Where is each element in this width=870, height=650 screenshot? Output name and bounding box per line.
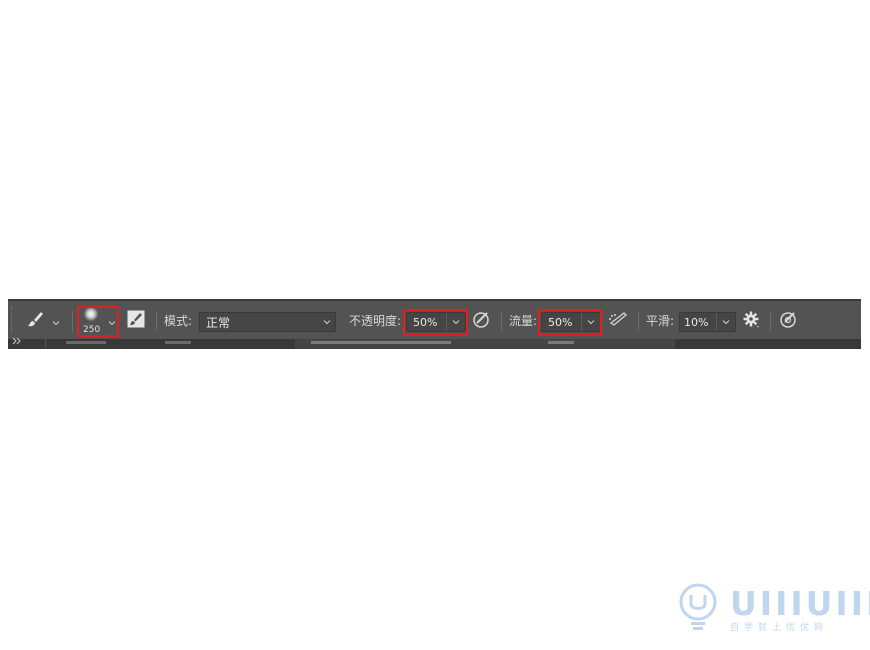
mode-value: 正常: [206, 315, 231, 330]
pressure-opacity-icon: [472, 310, 490, 331]
flow-highlight-box: [538, 309, 602, 336]
separator: [501, 311, 502, 331]
pressure-size-button[interactable]: [779, 301, 801, 339]
opacity-label: 不透明度:: [349, 313, 402, 328]
document-tab-strip: [8, 337, 861, 349]
options-bar: 250 模式: 正常 不透明度: 50% 流量: 50% 平滑: 10%: [8, 299, 861, 339]
brush-preset-highlight-box: [77, 306, 119, 337]
pressure-opacity-button[interactable]: [472, 301, 494, 339]
smoothing-label: 平滑:: [646, 313, 675, 328]
airbrush-icon: [608, 310, 628, 331]
separator: [638, 311, 639, 331]
lightbulb-logo-icon: [679, 583, 717, 630]
smoothing-options-button[interactable]: [742, 301, 764, 339]
smoothing-value: 10%: [684, 315, 709, 329]
document-tab-title: [165, 341, 191, 344]
separator: [156, 311, 157, 331]
options-bar-grip[interactable]: [11, 301, 17, 339]
document-tab-title: [548, 341, 574, 344]
mode-label: 模式:: [164, 313, 193, 328]
chevron-down-icon: [52, 316, 60, 326]
brush-settings-panel-icon: [127, 310, 145, 331]
watermark-tagline: 自学就上优优网: [730, 623, 829, 633]
chevron-down-icon: [319, 318, 335, 326]
separator: [45, 339, 46, 349]
gear-icon: [742, 310, 760, 331]
document-tab-title: [66, 341, 106, 344]
opacity-highlight-box: [403, 309, 468, 336]
tool-preset-picker[interactable]: [26, 301, 66, 339]
panel-collapse-icon[interactable]: [12, 337, 22, 347]
separator: [770, 311, 771, 331]
document-tab-title: [311, 341, 451, 344]
brush-icon: [26, 310, 44, 331]
smoothing-field[interactable]: 10%: [679, 312, 736, 332]
watermark: UIIIUIII 自学就上优优网: [676, 582, 870, 638]
flow-label: 流量:: [509, 313, 538, 328]
airbrush-button[interactable]: [608, 301, 630, 339]
smoothing-slider-toggle[interactable]: [716, 313, 735, 331]
pressure-size-icon: [779, 310, 797, 331]
watermark-name: UIIIUIII: [730, 584, 870, 623]
mode-select[interactable]: 正常: [199, 312, 336, 332]
brush-settings-panel-button[interactable]: [127, 301, 149, 339]
separator: [72, 311, 73, 331]
